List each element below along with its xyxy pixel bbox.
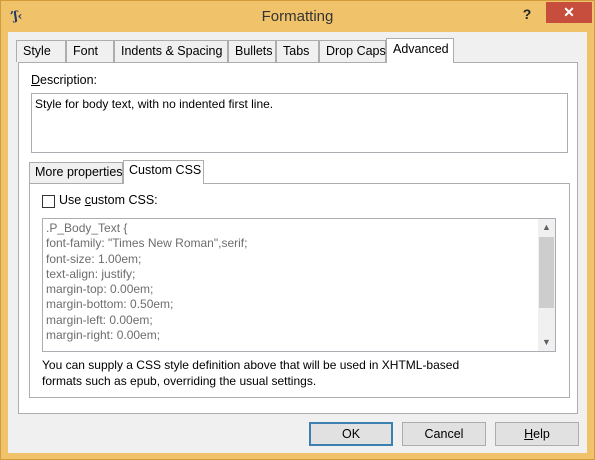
description-label: Description: bbox=[31, 73, 98, 87]
advanced-panel: Description: Style for body text, with n… bbox=[18, 62, 578, 414]
custom-css-panel: Use custom CSS: .P_Body_Text { font-fami… bbox=[29, 183, 570, 398]
tab-custom-css[interactable]: Custom CSS bbox=[123, 160, 204, 184]
css-line: font-size: 1.00em; bbox=[46, 251, 142, 266]
tab-tabs[interactable]: Tabs bbox=[276, 40, 319, 62]
description-input[interactable]: Style for body text, with no indented fi… bbox=[31, 93, 568, 153]
dialog-client: Style Font Indents & Spacing Bullets Tab… bbox=[8, 32, 587, 453]
tab-indents-spacing[interactable]: Indents & Spacing bbox=[114, 40, 228, 62]
close-button[interactable]: ✕ bbox=[546, 2, 592, 23]
help-icon[interactable]: ? bbox=[517, 5, 537, 25]
title-bar: ʼʃ‹ Formatting ? ✕ bbox=[1, 1, 594, 33]
css-line: font-family: "Times New Roman",serif; bbox=[46, 236, 248, 251]
css-line: margin-left: 0.00em; bbox=[46, 312, 153, 327]
css-line: margin-bottom: 0.50em; bbox=[46, 297, 174, 312]
tab-advanced[interactable]: Advanced bbox=[386, 38, 454, 63]
chevron-up-icon[interactable]: ▲ bbox=[538, 219, 555, 236]
use-custom-css-label[interactable]: Use custom CSS: bbox=[59, 193, 158, 207]
help-button[interactable]: Help bbox=[495, 422, 579, 446]
css-line: text-align: justify; bbox=[46, 266, 136, 281]
use-custom-css-checkbox[interactable] bbox=[42, 195, 55, 208]
chevron-down-icon[interactable]: ▼ bbox=[538, 334, 555, 351]
custom-css-editor[interactable]: .P_Body_Text { font-family: "Times New R… bbox=[42, 218, 556, 352]
tab-drop-caps[interactable]: Drop Caps bbox=[319, 40, 386, 62]
vertical-scrollbar[interactable]: ▲ ▼ bbox=[538, 219, 555, 351]
css-line: .P_Body_Text { bbox=[46, 221, 128, 235]
scroll-thumb[interactable] bbox=[539, 237, 554, 308]
css-line: margin-right: 0.00em; bbox=[46, 328, 161, 343]
custom-css-hint: You can supply a CSS style definition ab… bbox=[42, 358, 460, 388]
tab-more-properties[interactable]: More properties bbox=[29, 162, 123, 183]
cancel-button[interactable]: Cancel bbox=[402, 422, 486, 446]
window-title: Formatting bbox=[261, 8, 334, 25]
css-text: .P_Body_Text { font-family: "Times New R… bbox=[46, 221, 536, 343]
ok-button[interactable]: OK bbox=[309, 422, 393, 446]
css-line: margin-top: 0.00em; bbox=[46, 282, 154, 297]
tab-font[interactable]: Font bbox=[66, 40, 114, 62]
formatting-dialog: ʼʃ‹ Formatting ? ✕ Style Font Indents & … bbox=[0, 0, 595, 460]
tab-style[interactable]: Style bbox=[16, 40, 66, 62]
tab-bullets[interactable]: Bullets bbox=[228, 40, 276, 62]
